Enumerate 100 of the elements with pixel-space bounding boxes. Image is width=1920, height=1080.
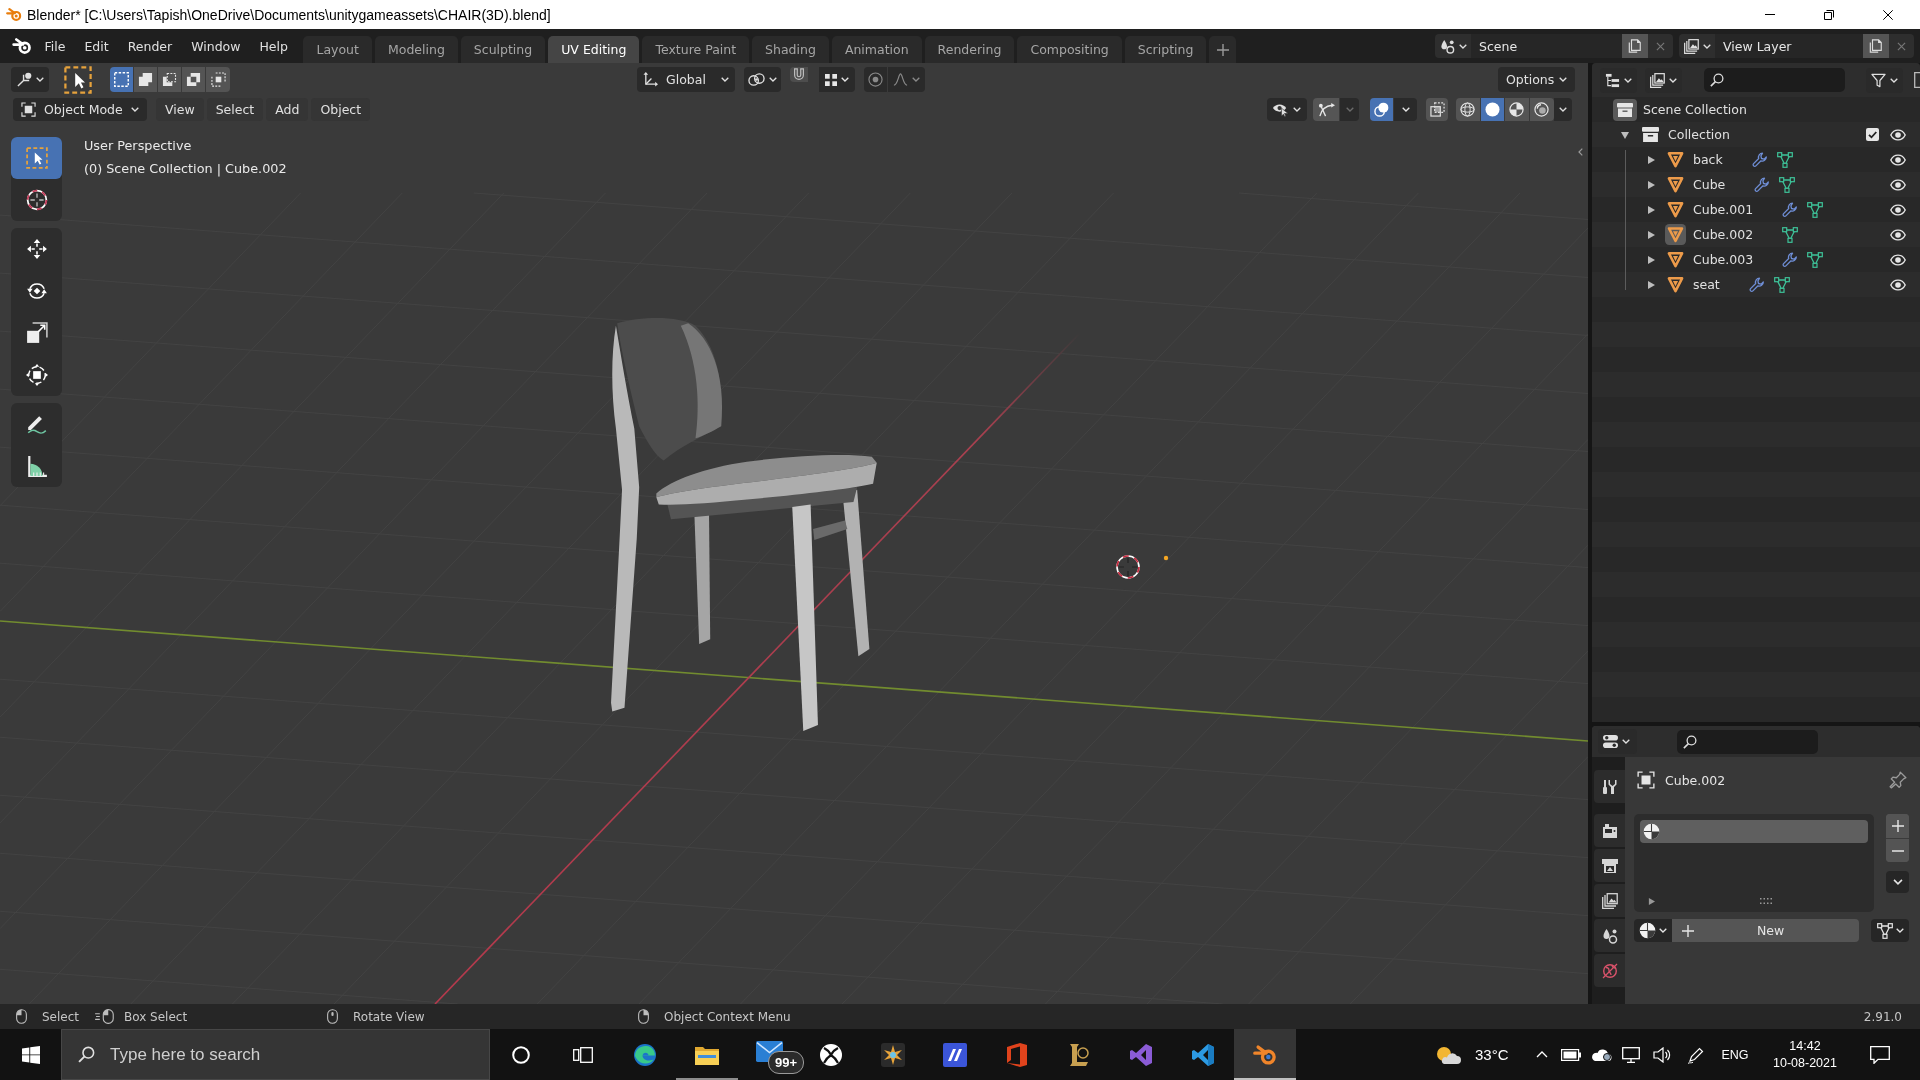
outliner-item[interactable]: seat [1693,277,1720,292]
add-workspace-button[interactable] [1209,36,1237,63]
workspace-tab[interactable]: Layout [303,36,372,63]
material-browse-button[interactable] [1634,919,1672,942]
search-field[interactable] [1704,68,1845,92]
header-menu[interactable]: Object [311,98,371,121]
eye-icon[interactable] [1890,153,1906,166]
disclosure-triangle-icon[interactable] [1648,897,1655,905]
proportional-edit-toggle[interactable] [864,67,888,92]
outliner-item[interactable]: back [1693,152,1723,167]
outliner-item[interactable]: Scene Collection [1643,102,1747,117]
mesh-triangle-icon[interactable] [1779,176,1796,193]
menu-item[interactable]: Render [118,34,182,58]
workspace-tab[interactable]: Compositing [1017,36,1122,63]
mode-dropdown[interactable]: Object Mode [13,98,147,121]
material-slot[interactable] [1640,820,1868,843]
outliner-item[interactable]: Cube.002 [1693,227,1754,242]
wrench-icon[interactable] [1782,251,1799,268]
wrench-icon[interactable] [1751,151,1768,168]
eye-icon[interactable] [1890,228,1906,241]
snap-toggle[interactable] [790,67,809,82]
link-dropdown[interactable] [1871,919,1909,942]
chevron-left-icon[interactable] [1578,148,1583,156]
disclosure-triangle-icon[interactable] [1621,130,1629,139]
mesh-triangle-icon[interactable] [1782,226,1799,243]
disclosure-triangle-icon[interactable] [1647,180,1655,189]
properties-tab[interactable] [1594,919,1625,952]
properties-tab[interactable] [1594,770,1625,803]
clock-time[interactable]: 14:42 [1789,1039,1821,1053]
wrench-icon[interactable] [1748,276,1765,293]
pin-icon[interactable] [1889,771,1907,789]
shading-mode-button[interactable] [1480,98,1505,121]
menu-item[interactable]: File [35,34,75,58]
header-menu[interactable]: Add [266,98,309,121]
search-field[interactable]: Type here to search [61,1029,490,1080]
menu-item[interactable]: Window [181,34,250,58]
workspace-tab[interactable]: UV Editing [548,36,640,63]
outliner-item[interactable]: Collection [1668,127,1730,142]
selection-mode-button[interactable] [158,67,182,92]
workspace-tab[interactable]: Modeling [374,36,458,63]
new-material-button[interactable]: New [1672,919,1859,942]
disclosure-triangle-icon[interactable] [1647,155,1655,164]
weather-button[interactable]: 33°C [1430,1029,1522,1080]
mesh-triangle-icon[interactable] [1776,151,1793,168]
grip-dots-icon[interactable] [1760,898,1772,904]
language-button[interactable]: ENG [1714,1029,1756,1080]
remove-slot-button[interactable] [1886,838,1909,862]
pivot-dropdown[interactable] [744,67,781,92]
slot-specials-button[interactable] [1886,871,1909,893]
wrench-icon[interactable] [1754,176,1771,193]
disclosure-triangle-icon[interactable] [1647,280,1655,289]
selection-mode-button[interactable] [110,67,134,92]
remove-view-layer-button[interactable] [1889,34,1914,58]
view-layer-name-field[interactable]: View Layer [1715,34,1863,58]
visibility-dropdown[interactable] [1267,98,1307,121]
disclosure-triangle-icon[interactable] [1647,255,1655,264]
disclosure-triangle-icon[interactable] [1647,230,1655,239]
new-view-layer-button[interactable] [1863,34,1889,58]
workspace-tab[interactable]: Rendering [924,36,1015,63]
outliner-item[interactable]: Cube.003 [1693,252,1754,267]
mesh-triangle-icon[interactable] [1807,251,1824,268]
selection-mode-button[interactable] [206,67,230,92]
new-scene-button[interactable] [1622,34,1648,58]
eye-icon[interactable] [1890,278,1906,291]
taskbar-app[interactable] [1234,1029,1296,1080]
selection-mode-button[interactable] [182,67,206,92]
eye-icon[interactable] [1890,203,1906,216]
checkbox[interactable] [1866,128,1879,141]
gizmo-toggle[interactable] [1313,98,1340,121]
inverted-triangle-icon[interactable] [1667,276,1684,293]
view-layer-browse-button[interactable] [1679,34,1715,58]
orientation-dropdown[interactable]: Global [637,67,735,92]
shading-mode-button[interactable] [1456,98,1481,121]
select-box-icon[interactable] [64,65,92,94]
inverted-triangle-icon[interactable] [1667,201,1684,218]
inverted-triangle-icon[interactable] [1667,251,1684,268]
properties-tab[interactable] [1594,884,1625,917]
shading-mode-button[interactable] [1505,98,1530,121]
disclosure-triangle-icon[interactable] [1647,205,1655,214]
eye-icon[interactable] [1890,128,1906,141]
clock-date[interactable]: 10-08-2021 [1773,1056,1837,1070]
overlays-toggle[interactable] [1370,98,1394,121]
mesh-triangle-icon[interactable] [1807,201,1824,218]
xray-toggle[interactable] [1426,98,1448,121]
menu-item[interactable]: Edit [74,34,119,58]
properties-tab[interactable] [1594,814,1625,847]
search-field[interactable] [1677,729,1818,754]
workspace-tab[interactable]: Texture Paint [642,36,750,63]
wrench-icon[interactable] [1782,201,1799,218]
workspace-tab[interactable]: Shading [752,36,829,63]
overlays-dropdown[interactable] [1394,98,1417,121]
chair-model[interactable] [611,318,877,732]
cursor-ring-icon[interactable] [1116,555,1140,579]
outliner-item[interactable]: Cube [1693,177,1726,192]
inverted-triangle-icon[interactable] [1667,151,1684,168]
3d-viewport[interactable]: Global Options Object Mode View Select Add Object User Perspective (0) Scene Collection | Cube.002 [0,63,1588,1004]
scene-browse-button[interactable] [1435,34,1471,58]
header-menu[interactable]: Select [206,98,264,121]
workspace-tab[interactable]: Sculpting [460,36,546,63]
remove-scene-button[interactable] [1648,34,1673,58]
